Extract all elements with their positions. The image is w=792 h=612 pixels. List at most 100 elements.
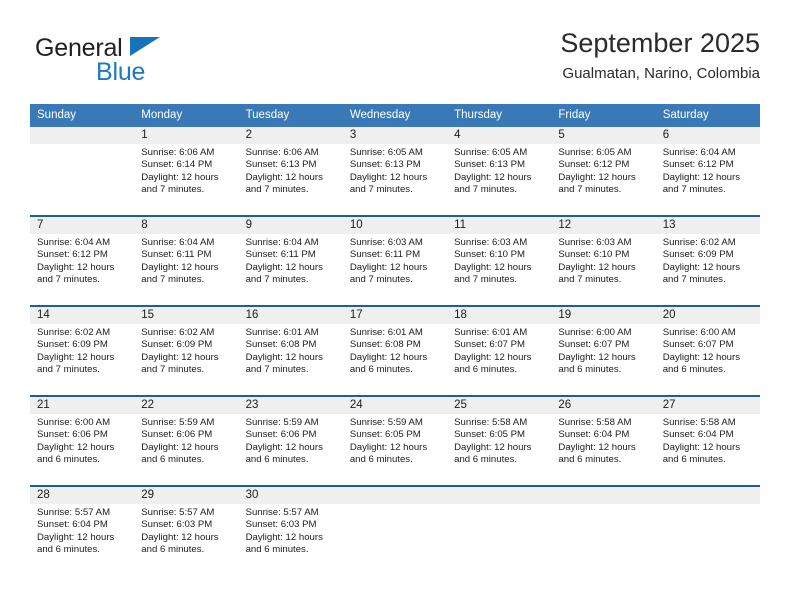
daylight-text-line2: and 6 minutes. bbox=[141, 544, 205, 556]
day-cell[interactable]: 15 Sunrise: 6:02 AM Sunset: 6:09 PM Dayligh… bbox=[134, 307, 239, 395]
sunset-text: Sunset: 6:07 PM bbox=[454, 339, 526, 351]
day-cell[interactable]: 5 Sunrise: 6:05 AM Sunset: 6:12 PM Daylight… bbox=[551, 127, 656, 215]
day-cell[interactable]: 28 Sunrise: 5:57 AM Sunset: 6:04 PM Dayligh… bbox=[30, 487, 135, 575]
daylight-text-line2: and 6 minutes. bbox=[349, 454, 413, 466]
weekday-header-wednesday: Wednesday bbox=[349, 109, 411, 121]
day-cell[interactable]: 18 Sunrise: 6:01 AM Sunset: 6:07 PM Dayligh… bbox=[447, 307, 552, 395]
daylight-text-line1: Daylight: 12 hours bbox=[558, 171, 636, 183]
daylight-text-line2: and 7 minutes. bbox=[558, 184, 622, 196]
day-cell[interactable]: 3 Sunrise: 6:05 AM Sunset: 6:13 PM Daylight… bbox=[342, 127, 448, 215]
daylight-text-line2: and 6 minutes. bbox=[454, 364, 518, 376]
day-sun-info: Sunrise: 6:04 AM Sunset: 6:11 PM Daylight:… bbox=[134, 234, 238, 287]
daylight-text-line2: and 6 minutes. bbox=[245, 544, 309, 556]
generalblue-logo[interactable]: General Blue bbox=[35, 34, 215, 90]
day-number: 22 bbox=[134, 397, 239, 414]
sunrise-text: Sunrise: 6:00 AM bbox=[662, 327, 736, 338]
day-cell[interactable]: 13 Sunrise: 6:02 AM Sunset: 6:09 PM Dayligh… bbox=[655, 217, 760, 305]
sunset-text: Sunset: 6:13 PM bbox=[454, 159, 526, 171]
sunset-text: Sunset: 6:09 PM bbox=[141, 339, 213, 351]
day-sun-info: Sunrise: 6:04 AM Sunset: 6:12 PM Daylight:… bbox=[30, 234, 134, 287]
logo-text-blue: Blue bbox=[96, 58, 146, 86]
title-block: September 2025 Gualmatan, Narino, Colomb… bbox=[560, 26, 760, 85]
sunrise-text: Sunrise: 5:58 AM bbox=[454, 417, 528, 428]
daylight-text-line1: Daylight: 12 hours bbox=[245, 531, 323, 543]
calendar-week-row: 28 Sunrise: 5:57 AM Sunset: 6:04 PM Dayligh… bbox=[30, 485, 760, 575]
sunrise-text: Sunrise: 5:57 AM bbox=[37, 507, 111, 518]
daylight-text-line2: and 7 minutes. bbox=[141, 274, 205, 286]
day-cell[interactable]: 20 Sunrise: 6:00 AM Sunset: 6:07 PM Dayligh… bbox=[655, 307, 760, 395]
sunrise-text: Sunrise: 6:04 AM bbox=[662, 147, 736, 158]
daylight-text-line1: Daylight: 12 hours bbox=[454, 351, 532, 363]
sunrise-text: Sunrise: 6:03 AM bbox=[349, 237, 423, 248]
calendar-grid: Sunday Monday Tuesday Wednesday Thursday Frid… bbox=[30, 104, 760, 575]
day-sun-info: Sunrise: 6:03 AM Sunset: 6:10 PM Daylight:… bbox=[551, 234, 655, 287]
day-sun-info: Sunrise: 5:57 AM Sunset: 6:03 PM Daylight:… bbox=[239, 504, 343, 557]
day-sun-info: Sunrise: 6:02 AM Sunset: 6:09 PM Daylight:… bbox=[656, 234, 760, 287]
sunset-text: Sunset: 6:10 PM bbox=[558, 249, 630, 261]
day-cell[interactable]: 19 Sunrise: 6:00 AM Sunset: 6:07 PM Dayligh… bbox=[551, 307, 656, 395]
day-cell[interactable]: 26 Sunrise: 5:58 AM Sunset: 6:04 PM Dayligh… bbox=[551, 397, 656, 485]
daylight-text-line2: and 7 minutes. bbox=[37, 364, 100, 376]
weekday-header-row: Sunday Monday Tuesday Wednesday Thursday Frid… bbox=[30, 104, 760, 127]
day-cell[interactable]: 17 Sunrise: 6:01 AM Sunset: 6:08 PM Dayligh… bbox=[342, 307, 448, 395]
sunrise-text: Sunrise: 5:58 AM bbox=[558, 417, 632, 428]
daylight-text-line1: Daylight: 12 hours bbox=[349, 171, 428, 183]
day-cell[interactable]: 11 Sunrise: 6:03 AM Sunset: 6:10 PM Dayligh… bbox=[447, 217, 552, 305]
day-cell[interactable]: 10 Sunrise: 6:03 AM Sunset: 6:11 PM Dayligh… bbox=[342, 217, 448, 305]
sunrise-text: Sunrise: 6:04 AM bbox=[141, 237, 215, 248]
page-subtitle: Gualmatan, Narino, Colombia bbox=[562, 65, 760, 82]
day-cell[interactable]: 2 Sunrise: 6:06 AM Sunset: 6:13 PM Daylight… bbox=[238, 127, 343, 215]
day-cell[interactable]: 27 Sunrise: 5:58 AM Sunset: 6:04 PM Dayligh… bbox=[655, 397, 760, 485]
daylight-text-line1: Daylight: 12 hours bbox=[558, 351, 636, 363]
day-cell-empty bbox=[447, 487, 552, 575]
daylight-text-line1: Daylight: 12 hours bbox=[37, 351, 115, 363]
day-sun-info: Sunrise: 5:58 AM Sunset: 6:04 PM Daylight:… bbox=[551, 414, 655, 467]
daylight-text-line2: and 7 minutes. bbox=[662, 184, 726, 196]
day-number: 26 bbox=[551, 397, 656, 414]
day-number: 10 bbox=[342, 217, 448, 234]
day-number: 8 bbox=[134, 217, 239, 234]
day-sun-info: Sunrise: 5:57 AM Sunset: 6:03 PM Daylight:… bbox=[134, 504, 238, 557]
day-sun-info: Sunrise: 6:05 AM Sunset: 6:12 PM Daylight:… bbox=[551, 144, 655, 197]
day-sun-info: Sunrise: 6:06 AM Sunset: 6:14 PM Daylight:… bbox=[134, 144, 238, 197]
daylight-text-line1: Daylight: 12 hours bbox=[245, 441, 323, 453]
daylight-text-line2: and 7 minutes. bbox=[662, 274, 726, 286]
day-sun-info: Sunrise: 6:05 AM Sunset: 6:13 PM Daylight:… bbox=[343, 144, 447, 197]
sunset-text: Sunset: 6:08 PM bbox=[349, 339, 421, 351]
day-cell[interactable]: 21 Sunrise: 6:00 AM Sunset: 6:06 PM Dayligh… bbox=[30, 397, 135, 485]
sunset-text: Sunset: 6:07 PM bbox=[558, 339, 630, 351]
day-sun-info: Sunrise: 5:58 AM Sunset: 6:05 PM Daylight:… bbox=[447, 414, 551, 467]
sunrise-text: Sunrise: 6:05 AM bbox=[558, 147, 632, 158]
day-number: 27 bbox=[655, 397, 760, 414]
day-number: 25 bbox=[447, 397, 552, 414]
day-sun-info: Sunrise: 5:58 AM Sunset: 6:04 PM Daylight:… bbox=[656, 414, 760, 467]
daylight-text-line2: and 7 minutes. bbox=[454, 274, 518, 286]
sunset-text: Sunset: 6:05 PM bbox=[349, 429, 421, 441]
day-cell[interactable]: 12 Sunrise: 6:03 AM Sunset: 6:10 PM Dayligh… bbox=[551, 217, 656, 305]
day-cell[interactable]: 29 Sunrise: 5:57 AM Sunset: 6:03 PM Dayligh… bbox=[134, 487, 239, 575]
day-sun-info: Sunrise: 6:02 AM Sunset: 6:09 PM Daylight:… bbox=[30, 324, 134, 377]
day-number: 29 bbox=[134, 487, 239, 504]
day-cell[interactable]: 9 Sunrise: 6:04 AM Sunset: 6:11 PM Daylight… bbox=[238, 217, 343, 305]
day-cell[interactable]: 30 Sunrise: 5:57 AM Sunset: 6:03 PM Dayligh… bbox=[238, 487, 343, 575]
day-cell[interactable]: 6 Sunrise: 6:04 AM Sunset: 6:12 PM Daylight… bbox=[655, 127, 760, 215]
day-cell[interactable]: 14 Sunrise: 6:02 AM Sunset: 6:09 PM Dayligh… bbox=[30, 307, 135, 395]
day-cell[interactable]: 7 Sunrise: 6:04 AM Sunset: 6:12 PM Daylight… bbox=[30, 217, 135, 305]
day-cell[interactable]: 16 Sunrise: 6:01 AM Sunset: 6:08 PM Dayligh… bbox=[238, 307, 343, 395]
daylight-text-line2: and 7 minutes. bbox=[141, 364, 205, 376]
daylight-text-line1: Daylight: 12 hours bbox=[37, 441, 115, 453]
day-cell[interactable]: 24 Sunrise: 5:59 AM Sunset: 6:05 PM Dayligh… bbox=[342, 397, 448, 485]
sunrise-text: Sunrise: 5:57 AM bbox=[245, 507, 319, 518]
day-cell[interactable]: 22 Sunrise: 5:59 AM Sunset: 6:06 PM Dayligh… bbox=[134, 397, 239, 485]
day-cell[interactable]: 23 Sunrise: 5:59 AM Sunset: 6:06 PM Dayligh… bbox=[238, 397, 343, 485]
day-number: 15 bbox=[134, 307, 239, 324]
sunset-text: Sunset: 6:06 PM bbox=[141, 429, 213, 441]
day-cell[interactable]: 8 Sunrise: 6:04 AM Sunset: 6:11 PM Daylight… bbox=[134, 217, 239, 305]
daylight-text-line1: Daylight: 12 hours bbox=[37, 531, 115, 543]
day-cell[interactable]: 25 Sunrise: 5:58 AM Sunset: 6:05 PM Dayligh… bbox=[447, 397, 552, 485]
sunrise-text: Sunrise: 6:04 AM bbox=[245, 237, 319, 248]
day-number: 4 bbox=[447, 127, 552, 144]
day-cell[interactable]: 4 Sunrise: 6:05 AM Sunset: 6:13 PM Daylight… bbox=[447, 127, 552, 215]
day-cell[interactable]: 1 Sunrise: 6:06 AM Sunset: 6:14 PM Daylight… bbox=[134, 127, 239, 215]
daylight-text-line2: and 6 minutes. bbox=[349, 364, 413, 376]
